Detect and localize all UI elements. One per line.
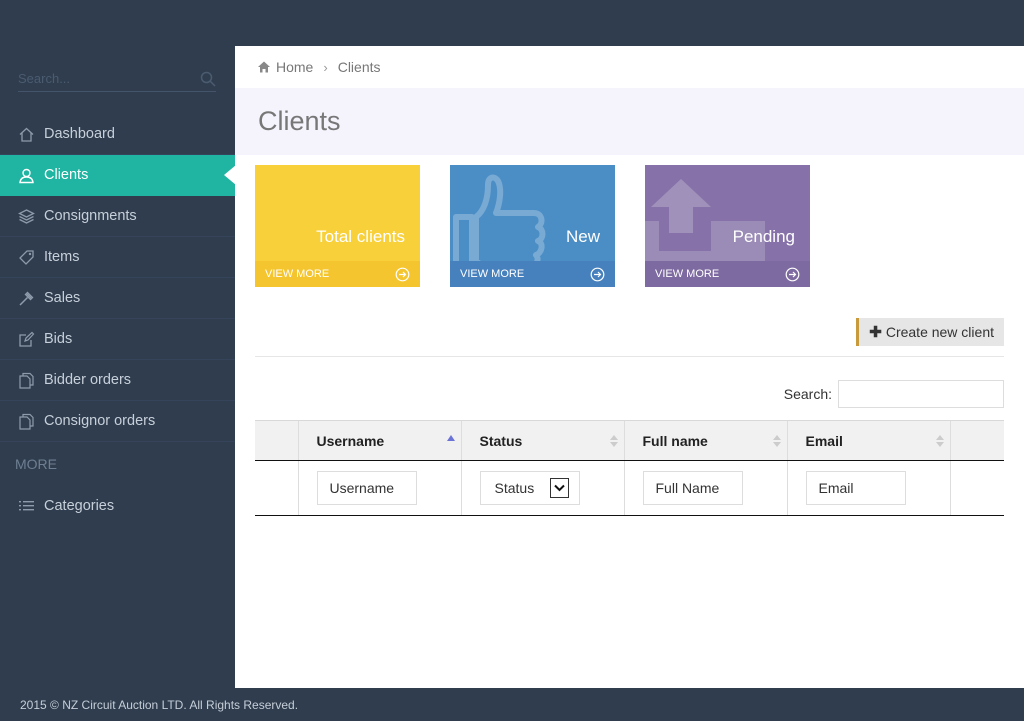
edit-icon — [17, 330, 35, 348]
sidebar-item-dashboard[interactable]: Dashboard — [0, 114, 235, 155]
column-header-label: Status — [479, 432, 523, 449]
column-header-status[interactable]: Status — [460, 420, 624, 461]
tag-icon — [17, 248, 35, 266]
tile-label: New — [565, 227, 600, 246]
breadcrumb-current: Clients — [337, 59, 381, 75]
filter-cell — [786, 460, 950, 516]
column-header-actions — [949, 420, 1004, 461]
column-header-email[interactable]: Email — [786, 420, 950, 461]
sidebar-item-label: Consignments — [44, 208, 137, 224]
sidebar-search-input[interactable] — [18, 66, 188, 90]
create-new-client-button[interactable]: ✚ Create new client — [856, 318, 1004, 346]
list-icon — [17, 497, 35, 515]
users-icon — [17, 166, 35, 184]
tile-footer-label: VIEW MORE — [460, 268, 525, 280]
tile-view-more-link[interactable]: VIEW MORE — [450, 261, 615, 287]
email-filter-input[interactable] — [805, 471, 906, 505]
filter-cell — [297, 460, 461, 516]
sidebar-nav: Dashboard Clients Consignments Items Sal… — [0, 114, 236, 526]
sidebar-item-clients[interactable]: Clients — [0, 155, 236, 196]
table-filter-row: Status — [255, 460, 1004, 516]
actions-bar: ✚ Create new client — [255, 318, 1004, 357]
sidebar-item-label: Clients — [44, 167, 89, 183]
tile-footer-label: VIEW MORE — [265, 268, 330, 280]
full-name-filter-input[interactable] — [642, 471, 743, 505]
main-content: Home › Clients Clients Total clients VIE… — [235, 46, 1024, 688]
sort-ascending-icon — [446, 435, 455, 441]
home-icon — [258, 61, 270, 73]
arrow-circle-right-icon — [785, 267, 800, 281]
filter-cell — [255, 460, 298, 516]
sidebar-section-more: MORE — [15, 455, 57, 472]
sort-icon — [609, 435, 618, 447]
sidebar-item-categories[interactable]: Categories — [0, 485, 235, 526]
tile-total-clients[interactable]: Total clients VIEW MORE — [255, 165, 420, 287]
sidebar-item-bidder-orders[interactable]: Bidder orders — [0, 360, 235, 401]
sidebar-item-items[interactable]: Items — [0, 237, 235, 278]
sidebar-item-label: Bids — [44, 331, 73, 347]
column-header-username[interactable]: Username — [297, 420, 461, 461]
sort-icon — [935, 435, 944, 447]
page-title: Clients — [258, 106, 341, 136]
create-button-label: Create new client — [885, 324, 994, 340]
chevron-down-icon[interactable] — [549, 478, 569, 498]
copyright-text: 2015 © NZ Circuit Auction LTD. All Right… — [20, 697, 299, 712]
sidebar-item-consignor-orders[interactable]: Consignor orders — [0, 401, 235, 442]
arrow-circle-right-icon — [590, 267, 605, 281]
clients-table: Username Status Full name Email Username… — [255, 420, 1004, 516]
column-header-select — [255, 420, 298, 461]
sort-icon — [772, 435, 781, 447]
search-icon[interactable] — [200, 71, 216, 87]
gavel-icon — [17, 289, 35, 307]
table-search: Search: — [784, 380, 1004, 408]
tile-pending[interactable]: Pending VIEW MORE — [645, 165, 810, 287]
filter-cell: Status — [460, 460, 624, 516]
sidebar-item-label: Categories — [44, 497, 115, 514]
copy-icon — [17, 412, 35, 430]
sidebar-item-sales[interactable]: Sales — [0, 278, 235, 319]
tile-label: Total clients — [316, 227, 405, 246]
arrow-circle-right-icon — [395, 267, 410, 281]
sidebar-item-label: Bidder orders — [44, 372, 132, 388]
tile-view-more-link[interactable]: VIEW MORE — [255, 261, 420, 287]
home-icon — [17, 125, 35, 143]
tile-label: Pending — [732, 227, 795, 246]
column-header-full-name[interactable]: Full name — [623, 420, 787, 461]
sidebar: Dashboard Clients Consignments Items Sal… — [0, 46, 236, 688]
breadcrumb: Home › Clients — [235, 46, 1024, 88]
table-search-input[interactable] — [838, 380, 1004, 408]
tile-new[interactable]: New VIEW MORE — [450, 165, 615, 287]
username-filter-input[interactable] — [316, 471, 417, 505]
thumbs-up-icon — [453, 174, 546, 271]
table-search-label: Search: — [783, 386, 832, 402]
copy-icon — [17, 371, 35, 389]
table-header-row: Username Status Full name Email — [255, 420, 1004, 461]
tile-footer-label: VIEW MORE — [655, 268, 720, 280]
filter-cell — [623, 460, 787, 516]
column-header-label: Email — [805, 432, 843, 449]
breadcrumb-home-link[interactable]: Home — [276, 59, 313, 75]
plus-icon: ✚ — [869, 324, 882, 341]
sidebar-item-bids[interactable]: Bids — [0, 319, 235, 360]
chevron-right-icon: › — [323, 59, 328, 75]
sidebar-search — [18, 66, 216, 92]
page-footer: 2015 © NZ Circuit Auction LTD. All Right… — [0, 688, 1024, 721]
filter-cell — [949, 460, 1004, 516]
status-filter-value: Status — [494, 480, 535, 496]
sidebar-item-label: Items — [44, 249, 80, 265]
column-header-label: Full name — [642, 432, 708, 449]
sidebar-item-label: Consignor orders — [44, 413, 156, 429]
sidebar-item-label: Dashboard — [44, 126, 115, 142]
sidebar-item-consignments[interactable]: Consignments — [0, 196, 235, 237]
page-header: Clients — [235, 88, 1024, 155]
status-filter-select[interactable]: Status — [479, 471, 580, 505]
tile-view-more-link[interactable]: VIEW MORE — [645, 261, 810, 287]
layers-icon — [17, 207, 35, 225]
sidebar-item-label: Sales — [44, 290, 81, 306]
column-header-label: Username — [316, 432, 385, 449]
